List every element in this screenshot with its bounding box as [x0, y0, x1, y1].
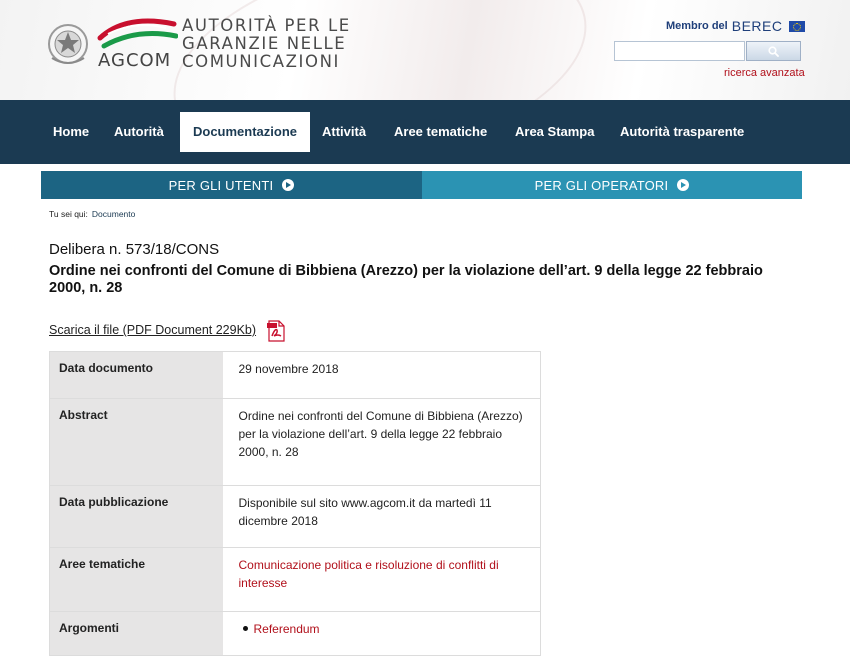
- nav-item-autorita-trasparente[interactable]: Autorità trasparente: [609, 112, 755, 152]
- brand-full-name: AUTORITÀ PER LE GARANZIE NELLE COMUNICAZ…: [182, 16, 351, 71]
- row-value: Referendum: [222, 611, 541, 656]
- eu-flag-icon: [789, 20, 806, 32]
- users-section-label: PER GLI UTENTI: [168, 177, 274, 193]
- document-title: Ordine nei confronti del Comune di Bibbi…: [49, 263, 763, 296]
- row-value: Ordine nei confronti del Comune di Bibbi…: [222, 398, 541, 486]
- berec-membership[interactable]: Membro del BEREC: [666, 18, 806, 34]
- row-label: Argomenti: [49, 611, 223, 656]
- nav-item-autorita[interactable]: Autorità: [103, 112, 175, 152]
- berec-label: Membro del: [666, 20, 728, 32]
- table-row: Abstract Ordine nei confronti del Comune…: [49, 398, 541, 486]
- search-icon: [768, 45, 779, 57]
- row-label: Data documento: [49, 351, 223, 399]
- brand-short-name: AGCOM: [98, 50, 172, 71]
- berec-logo: BEREC: [731, 18, 783, 34]
- nav-item-home[interactable]: Home: [42, 112, 100, 152]
- table-row: Aree tematiche Comunicazione politica e …: [49, 547, 541, 612]
- document-number: Delibera n. 573/18/CONS: [49, 241, 220, 258]
- breadcrumb-current[interactable]: Documento: [92, 209, 135, 219]
- pdf-icon[interactable]: [266, 320, 286, 342]
- document-details-table: Data documento 29 novembre 2018 Abstract…: [49, 351, 541, 656]
- row-value: Disponibile sul sito www.agcom.it da mar…: [222, 485, 541, 548]
- row-label: Abstract: [49, 398, 223, 486]
- row-value: 29 novembre 2018: [222, 351, 541, 399]
- table-row: Data documento 29 novembre 2018: [49, 351, 541, 399]
- breadcrumb: Tu sei qui: Documento: [49, 209, 135, 219]
- table-row: Argomenti Referendum: [49, 611, 541, 656]
- topic-area-link[interactable]: Comunicazione politica e risoluzione di …: [239, 558, 499, 590]
- advanced-search-link[interactable]: ricerca avanzata: [724, 67, 805, 79]
- nav-item-attivita[interactable]: Attività: [311, 112, 377, 152]
- main-navigation: Home Autorità Documentazione Attività Ar…: [0, 100, 850, 164]
- row-label: Data pubblicazione: [49, 485, 223, 548]
- download-pdf-link[interactable]: Scarica il file (PDF Document 229Kb): [49, 323, 256, 337]
- users-section-button[interactable]: PER GLI UTENTI: [41, 171, 422, 199]
- arrow-right-icon: [282, 179, 295, 191]
- row-value: Comunicazione politica e risoluzione di …: [222, 547, 541, 612]
- table-row: Data pubblicazione Disponibile sul sito …: [49, 485, 541, 548]
- site-header: AGCOM AUTORITÀ PER LE GARANZIE NELLE COM…: [0, 0, 850, 100]
- row-label: Aree tematiche: [49, 547, 223, 612]
- nav-item-area-stampa[interactable]: Area Stampa: [504, 112, 605, 152]
- italian-emblem-icon: [48, 24, 88, 64]
- operators-section-button[interactable]: PER GLI OPERATORI: [422, 171, 802, 199]
- breadcrumb-prefix: Tu sei qui:: [49, 209, 88, 219]
- search-input[interactable]: [614, 41, 745, 61]
- operators-section-label: PER GLI OPERATORI: [534, 177, 669, 193]
- agcom-logo-icon: [97, 18, 178, 49]
- bullet-icon: [242, 626, 248, 632]
- arrow-right-icon: [677, 179, 690, 191]
- search-button[interactable]: [746, 41, 801, 61]
- nav-item-documentazione[interactable]: Documentazione: [180, 112, 310, 152]
- download-row: Scarica il file (PDF Document 229Kb): [49, 319, 286, 342]
- topic-link[interactable]: Referendum: [254, 622, 320, 636]
- nav-item-aree-tematiche[interactable]: Aree tematiche: [383, 112, 498, 152]
